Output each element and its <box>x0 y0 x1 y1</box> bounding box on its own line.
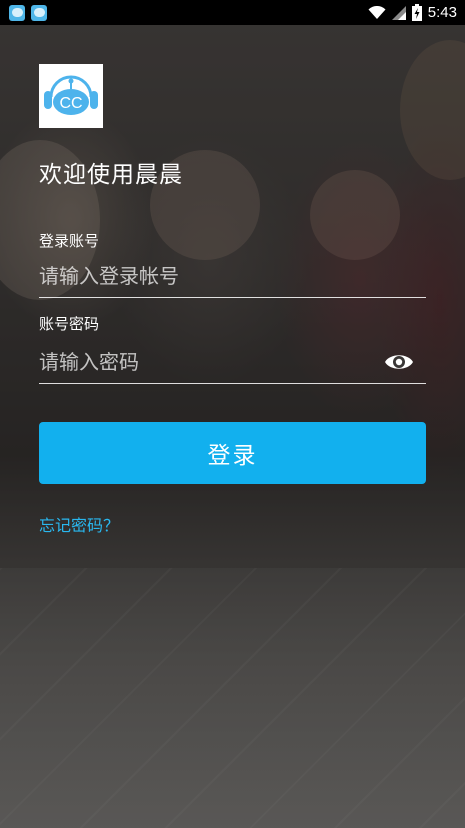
forgot-password-link[interactable]: 忘记密码？ <box>39 512 119 536</box>
password-input[interactable] <box>39 343 369 381</box>
login-button[interactable]: 登录 <box>39 422 426 484</box>
headphones-cloud-logo: CC <box>44 75 98 115</box>
account-input[interactable] <box>39 257 369 295</box>
account-label: 登录账号 <box>39 232 100 250</box>
login-screen: 5:43 CC 欢迎使用晨晨 登录账号 账号密码 <box>0 0 465 828</box>
password-label: 账号密码 <box>39 315 100 333</box>
logo-text: CC <box>59 95 82 112</box>
app-logo: CC <box>39 64 103 128</box>
eye-icon[interactable] <box>384 351 414 373</box>
welcome-title: 欢迎使用晨晨 <box>39 162 183 188</box>
password-field <box>39 343 426 384</box>
account-field <box>39 257 426 298</box>
